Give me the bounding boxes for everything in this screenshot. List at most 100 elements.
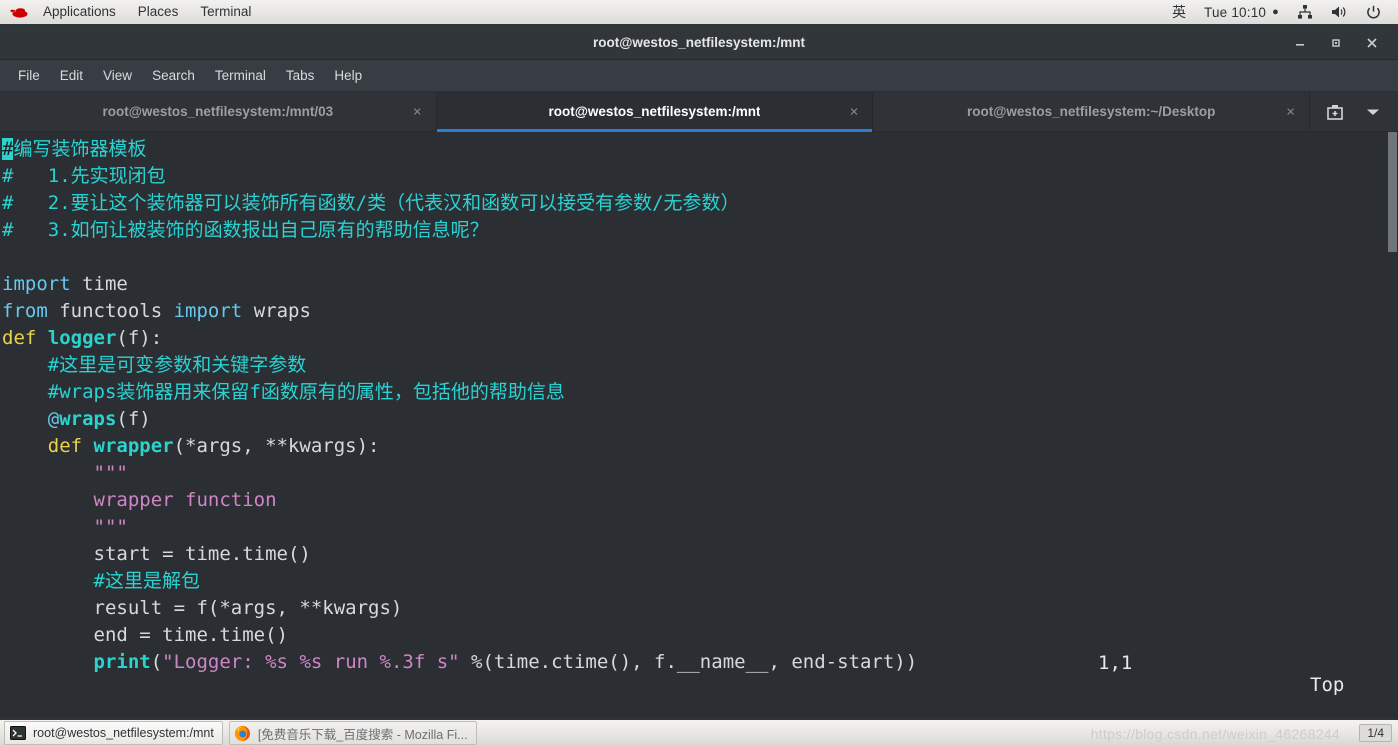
terminal-window: root@westos_netfilesystem:/mnt File Edit… <box>0 26 1398 718</box>
terminal-span: #wraps装饰器用来保留f函数原有的属性，包括他的帮助信息 <box>2 381 565 403</box>
panel-menu-terminal[interactable]: Terminal <box>189 0 262 24</box>
panel-menu-places[interactable]: Places <box>127 0 190 24</box>
firefox-icon <box>234 724 252 742</box>
terminal-line: from functools import wraps <box>2 298 1398 325</box>
volume-icon[interactable] <box>1322 0 1357 24</box>
terminal-line: start = time.time() <box>2 541 1398 568</box>
menu-help[interactable]: Help <box>324 63 372 89</box>
terminal-line: #编写装饰器模板 <box>2 136 1398 163</box>
terminal-span: functools <box>47 300 174 322</box>
terminal-line: """ <box>2 460 1398 487</box>
terminal-span: @ <box>2 408 60 430</box>
terminal-content[interactable]: #编写装饰器模板 # 1.先实现闭包 # 2.要让这个装饰器可以装饰所有函数/类（代… <box>0 132 1398 718</box>
new-tab-icon[interactable] <box>1316 92 1354 132</box>
terminal-line: # 2.要让这个装饰器可以装饰所有函数/类（代表汉和函数可以接受有参数/无参数） <box>2 190 1398 217</box>
terminal-span: """ <box>2 462 128 484</box>
clock-time: Tue 10:10 <box>1204 4 1267 20</box>
terminal-span: wraps <box>59 408 117 430</box>
tab-title: root@westos_netfilesystem:/mnt <box>548 104 761 119</box>
tab-2[interactable]: root@westos_netfilesystem:~/Desktop × <box>873 92 1311 131</box>
close-button[interactable] <box>1354 26 1390 60</box>
menubar: File Edit View Search Terminal Tabs Help <box>0 60 1398 92</box>
tab-close-icon[interactable]: × <box>850 104 859 119</box>
tab-title: root@westos_netfilesystem:~/Desktop <box>967 104 1216 119</box>
vim-buffer[interactable]: #编写装饰器模板 # 1.先实现闭包 # 2.要让这个装饰器可以装饰所有函数/类（代… <box>0 136 1398 676</box>
terminal-span: (f): <box>116 327 163 349</box>
terminal-span: # 3.如何让被装饰的函数报出自己原有的帮助信息呢？ <box>2 219 489 241</box>
terminal-span: (f) <box>116 408 151 430</box>
taskbar-item-label: [免费音乐下载_百度搜索 - Mozilla Fi... <box>257 727 468 742</box>
terminal-span: from <box>2 300 48 322</box>
clock[interactable]: Tue 10:10 ● <box>1195 0 1288 24</box>
tab-1[interactable]: root@westos_netfilesystem:/mnt × <box>436 92 874 132</box>
terminal-line: #这里是可变参数和关键字参数 <box>2 352 1398 379</box>
terminal-span: import <box>173 300 243 322</box>
terminal-line: #这里是解包 <box>2 568 1398 595</box>
terminal-span: # 2.要让这个装饰器可以装饰所有函数/类（代表汉和函数可以接受有参数/无参数） <box>2 192 740 214</box>
scrollbar-thumb[interactable] <box>1388 132 1397 252</box>
terminal-span: # 1.先实现闭包 <box>2 165 166 187</box>
taskbar-item-firefox[interactable]: [免费音乐下载_百度搜索 - Mozilla Fi... <box>228 721 477 745</box>
terminal-span: """ <box>2 516 128 538</box>
terminal-span: #这里是可变参数和关键字参数 <box>2 354 307 376</box>
tabbar: root@westos_netfilesystem:/mnt/03 × root… <box>0 92 1398 132</box>
terminal-line: def logger(f): <box>2 325 1398 352</box>
terminal-span: logger <box>47 327 117 349</box>
terminal-span: wraps <box>242 300 311 322</box>
tab-title: root@westos_netfilesystem:/mnt/03 <box>102 104 334 119</box>
terminal-line: def wrapper(*args, **kwargs): <box>2 433 1398 460</box>
terminal-line: # 1.先实现闭包 <box>2 163 1398 190</box>
menu-edit[interactable]: Edit <box>50 63 93 89</box>
clock-dot: ● <box>1272 6 1279 18</box>
screen: Applications Places Terminal 英 Tue 10:10… <box>0 0 1398 746</box>
minimize-button[interactable] <box>1282 26 1318 60</box>
terminal-span: 编写装饰器模板 <box>13 138 147 160</box>
chevron-down-icon[interactable] <box>1354 92 1392 132</box>
network-icon[interactable] <box>1288 0 1322 24</box>
panel-status-area: 英 Tue 10:10 ● <box>1163 0 1398 24</box>
window-title: root@westos_netfilesystem:/mnt <box>593 35 805 50</box>
tab-close-icon[interactable]: × <box>1286 104 1295 119</box>
terminal-span: def <box>2 435 94 457</box>
vim-scroll-position: Top <box>1310 674 1345 696</box>
terminal-span: def <box>2 327 48 349</box>
taskbar: root@westos_netfilesystem:/mnt [免费音乐下载_百… <box>0 718 1398 746</box>
menu-terminal[interactable]: Terminal <box>205 63 276 89</box>
terminal-line: """ <box>2 514 1398 541</box>
terminal-span: # <box>2 138 14 160</box>
terminal-span: result = f(*args, **kwargs) <box>2 597 403 619</box>
taskbar-item-terminal[interactable]: root@westos_netfilesystem:/mnt <box>4 721 223 745</box>
maximize-button[interactable] <box>1318 26 1354 60</box>
gnome-top-panel: Applications Places Terminal 英 Tue 10:10… <box>0 0 1398 26</box>
workspace-indicator[interactable]: 1/4 <box>1359 724 1392 742</box>
terminal-span: #这里是解包 <box>2 570 200 592</box>
terminal-line: wrapper function <box>2 487 1398 514</box>
terminal-span: start = time.time() <box>2 543 311 565</box>
terminal-line: #wraps装饰器用来保留f函数原有的属性，包括他的帮助信息 <box>2 379 1398 406</box>
terminal-line: # 3.如何让被装饰的函数报出自己原有的帮助信息呢？ <box>2 217 1398 244</box>
tab-close-icon[interactable]: × <box>413 104 422 119</box>
menu-view[interactable]: View <box>93 63 142 89</box>
terminal-span: wrapper <box>93 435 174 457</box>
panel-menu-applications[interactable]: Applications <box>32 0 127 24</box>
red-hat-logo <box>6 0 32 25</box>
tab-0[interactable]: root@westos_netfilesystem:/mnt/03 × <box>0 92 437 131</box>
menu-tabs[interactable]: Tabs <box>276 63 325 89</box>
menu-file[interactable]: File <box>8 63 50 89</box>
window-controls <box>1282 26 1390 60</box>
vim-cursor-position: 1,1 <box>1098 652 1133 674</box>
input-method-indicator[interactable]: 英 <box>1163 0 1195 24</box>
terminal-span: time <box>70 273 128 295</box>
terminal-line: @wraps(f) <box>2 406 1398 433</box>
terminal-span: import <box>2 273 71 295</box>
terminal-span: (*args, **kwargs): <box>173 435 380 457</box>
terminal-line: import time <box>2 271 1398 298</box>
power-icon[interactable] <box>1357 0 1390 24</box>
terminal-scrollbar[interactable] <box>1387 132 1398 718</box>
tabbar-tools <box>1310 92 1398 131</box>
taskbar-item-label: root@westos_netfilesystem:/mnt <box>33 726 214 740</box>
window-titlebar: root@westos_netfilesystem:/mnt <box>0 26 1398 60</box>
terminal-line: result = f(*args, **kwargs) <box>2 595 1398 622</box>
menu-search[interactable]: Search <box>142 63 205 89</box>
